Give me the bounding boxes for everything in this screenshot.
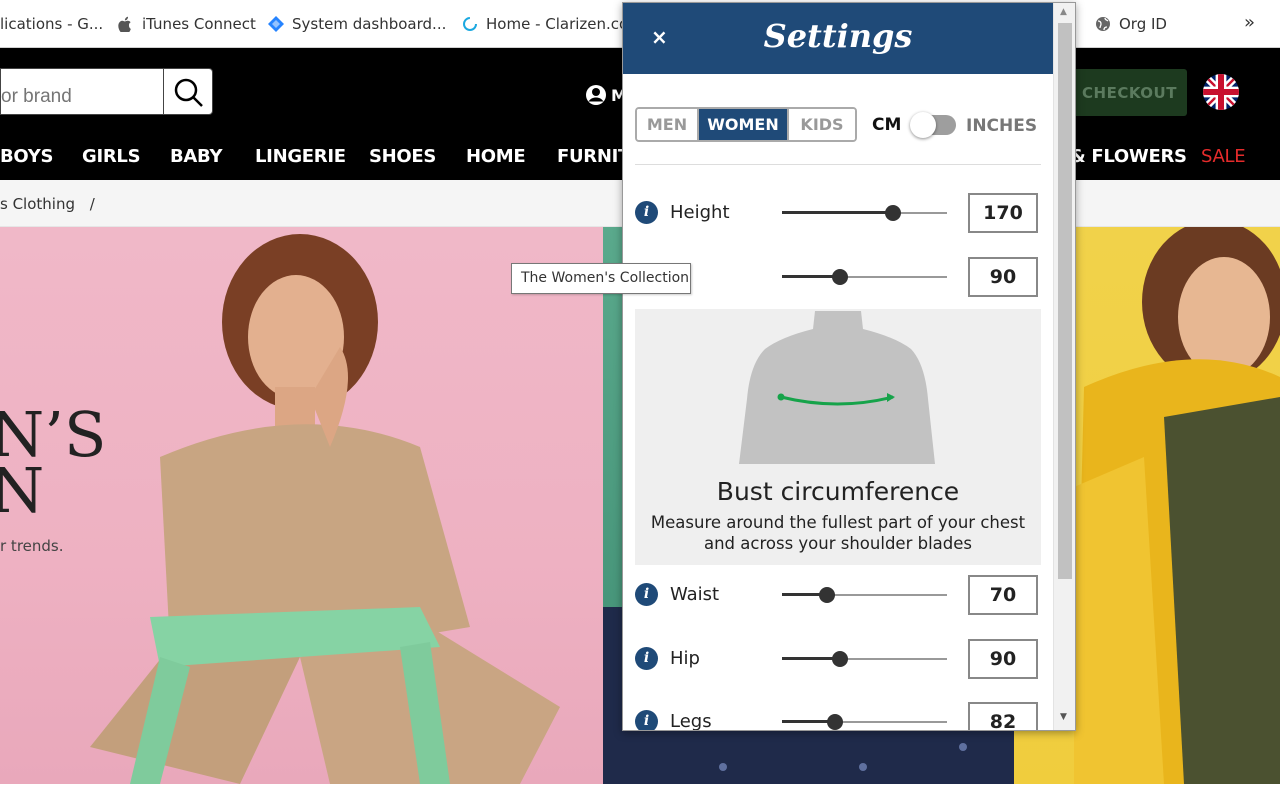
settings-title: Settings (763, 17, 913, 55)
slider-fill (782, 211, 893, 214)
more-bookmarks-button[interactable]: » (1244, 12, 1255, 33)
search-button[interactable] (163, 68, 213, 115)
page-bottom-edge (0, 784, 1280, 800)
segment-kids[interactable]: KIDS (789, 109, 855, 140)
scroll-up-arrow-icon[interactable]: ▲ (1060, 7, 1067, 17)
info-icon[interactable]: i (635, 647, 658, 670)
checkout-button[interactable]: CHECKOUT (1072, 69, 1187, 116)
bookmark-org-id[interactable]: Org ID (1095, 15, 1167, 33)
slider-thumb[interactable] (884, 205, 901, 221)
uk-flag-icon[interactable] (1203, 74, 1239, 110)
nav-item-flowers[interactable]: & FLOWERS (1070, 146, 1187, 167)
legs-slider[interactable] (782, 714, 947, 730)
waist-value-input[interactable]: 70 (968, 575, 1038, 615)
scroll-down-arrow-icon[interactable]: ▼ (1060, 712, 1067, 722)
measurement-row-bust: i st 90 (635, 257, 1041, 309)
measurement-row-hip: i Hip 90 (635, 639, 1041, 691)
info-icon[interactable]: i (635, 201, 658, 224)
tooltip: The Women's Collection (511, 263, 691, 294)
height-slider[interactable] (782, 205, 947, 221)
nav-item-baby[interactable]: BABY (170, 146, 223, 167)
bookmark-system-dashboard[interactable]: System dashboard... (268, 15, 446, 33)
bust-slider[interactable] (782, 269, 947, 285)
nav-item-sale[interactable]: SALE (1201, 146, 1246, 167)
nav-item-home[interactable]: HOME (466, 146, 526, 167)
scrollbar-thumb[interactable] (1058, 23, 1072, 579)
breadcrumb-item[interactable]: s Clothing (0, 195, 75, 213)
bust-measurement-guide: Bust circumference Measure around the fu… (635, 309, 1041, 565)
bookmark-label: iTunes Connect (142, 15, 256, 33)
legs-value-input[interactable]: 82 (968, 702, 1038, 730)
bust-value-input[interactable]: 90 (968, 257, 1038, 297)
diamond-icon (268, 16, 284, 32)
panel-scrollbar[interactable]: ▲ ▼ (1053, 3, 1075, 730)
measurement-label: Height (670, 202, 730, 223)
bookmark-label: System dashboard... (292, 15, 447, 33)
measurement-label: Legs (670, 711, 712, 731)
nav-item-lingerie[interactable]: LINGERIE (255, 146, 346, 167)
measurement-label: Waist (670, 584, 720, 605)
loading-icon (463, 17, 477, 31)
bookmark-applications[interactable]: lications - G... (0, 15, 103, 33)
settings-header: × Settings (623, 3, 1053, 74)
measurement-label: Hip (670, 648, 700, 669)
user-icon (586, 85, 606, 105)
globe-icon (1096, 17, 1110, 31)
guide-title: Bust circumference (716, 477, 960, 506)
info-icon[interactable]: i (635, 710, 658, 730)
measurement-row-waist: i Waist 70 (635, 575, 1041, 627)
bookmark-label: Home - Clarizen.con (486, 15, 638, 33)
unit-inches-label: INCHES (966, 116, 1038, 136)
torso-diagram (739, 311, 935, 464)
slider-thumb[interactable] (831, 269, 848, 285)
measurement-row-height: i Height 170 (635, 193, 1041, 245)
nav-item-shoes[interactable]: SHOES (369, 146, 436, 167)
slider-thumb[interactable] (831, 651, 848, 667)
segment-women[interactable]: WOMEN (699, 109, 789, 140)
hero-title: N’S N (0, 398, 107, 527)
apple-icon (118, 16, 131, 32)
settings-panel: × Settings MEN WOMEN KIDS CM INCHES i He… (622, 2, 1076, 731)
nav-item-furniture[interactable]: FURNIT (557, 146, 630, 167)
bookmark-label: lications - G... (0, 15, 104, 33)
unit-toggle[interactable] (910, 112, 956, 138)
bookmark-clarizen[interactable]: Home - Clarizen.con (462, 15, 638, 33)
toggle-knob (910, 112, 936, 138)
segment-men[interactable]: MEN (637, 109, 699, 140)
height-value-input[interactable]: 170 (968, 193, 1038, 233)
bookmark-label: Org ID (1119, 15, 1167, 33)
bookmark-itunes-connect[interactable]: iTunes Connect (118, 15, 256, 33)
slider-thumb[interactable] (818, 587, 835, 603)
unit-cm-label: CM (872, 115, 902, 135)
nav-item-boys[interactable]: BOYS (0, 146, 53, 167)
search-input[interactable] (0, 68, 164, 115)
account-link[interactable]: M (585, 84, 627, 106)
divider (635, 164, 1041, 165)
info-icon[interactable]: i (635, 583, 658, 606)
waist-slider[interactable] (782, 587, 947, 603)
breadcrumb-separator: / (89, 195, 95, 213)
measurement-row-legs: i Legs 82 (635, 702, 1041, 731)
gender-segmented-control: MEN WOMEN KIDS (635, 107, 857, 142)
hero-image-womens-collection[interactable]: N’S N r trends. (0, 227, 603, 784)
search-icon (174, 78, 203, 107)
hip-value-input[interactable]: 90 (968, 639, 1038, 679)
slider-thumb[interactable] (826, 714, 843, 730)
hip-slider[interactable] (782, 651, 947, 667)
hero-subtitle: r trends. (0, 537, 64, 555)
nav-item-girls[interactable]: GIRLS (82, 146, 141, 167)
guide-description: Measure around the fullest part of your … (650, 513, 1026, 553)
